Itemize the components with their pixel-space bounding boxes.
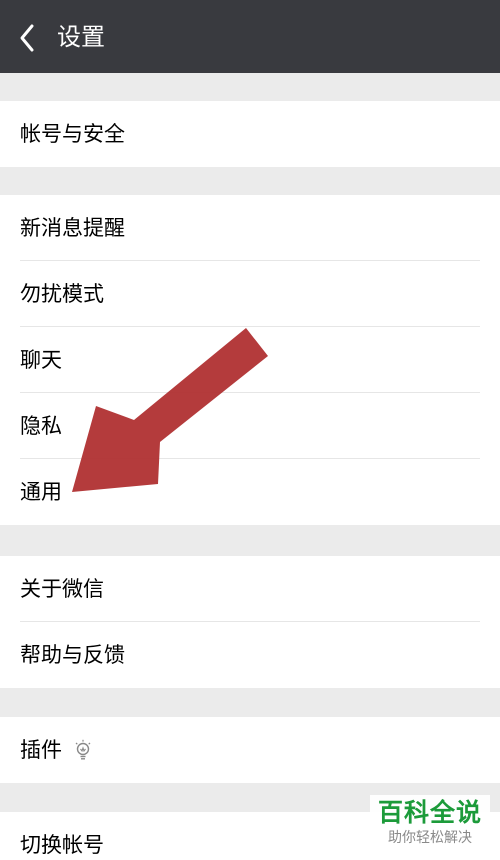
watermark-logo: 百科全说 助你轻松解决	[370, 795, 490, 853]
settings-group-plugins: 插件	[0, 717, 500, 783]
menu-item-label: 隐私	[20, 414, 62, 438]
menu-item-about-wechat[interactable]: 关于微信	[0, 556, 500, 622]
settings-group-main: 新消息提醒 勿扰模式 聊天 隐私 通用	[0, 195, 500, 525]
menu-item-label: 切换帐号	[20, 833, 104, 857]
menu-item-plugins[interactable]: 插件	[0, 717, 500, 783]
menu-item-label: 插件	[20, 738, 62, 762]
menu-item-help-feedback[interactable]: 帮助与反馈	[0, 622, 500, 688]
lightbulb-icon	[75, 739, 91, 760]
chevron-left-icon	[20, 24, 34, 52]
settings-group-account: 帐号与安全	[0, 101, 500, 167]
menu-item-label: 聊天	[20, 348, 62, 372]
back-button[interactable]	[10, 18, 46, 54]
settings-group-about: 关于微信 帮助与反馈	[0, 556, 500, 688]
menu-item-label: 新消息提醒	[20, 216, 125, 240]
watermark-subtitle: 助你轻松解决	[388, 830, 472, 846]
menu-item-label: 帐号与安全	[20, 122, 125, 146]
menu-item-privacy[interactable]: 隐私	[0, 393, 500, 459]
top-bar: 设置	[0, 0, 500, 73]
menu-item-label: 勿扰模式	[20, 282, 104, 306]
menu-item-chat[interactable]: 聊天	[0, 327, 500, 393]
menu-item-label: 帮助与反馈	[20, 643, 125, 667]
menu-item-new-message-alert[interactable]: 新消息提醒	[0, 195, 500, 261]
menu-item-label: 关于微信	[20, 577, 104, 601]
menu-item-account-security[interactable]: 帐号与安全	[0, 101, 500, 167]
menu-item-label: 通用	[20, 480, 62, 504]
watermark-title: 百科全说	[377, 798, 482, 827]
page-title: 设置	[57, 23, 105, 51]
menu-item-general[interactable]: 通用	[0, 459, 500, 525]
menu-item-do-not-disturb[interactable]: 勿扰模式	[0, 261, 500, 327]
